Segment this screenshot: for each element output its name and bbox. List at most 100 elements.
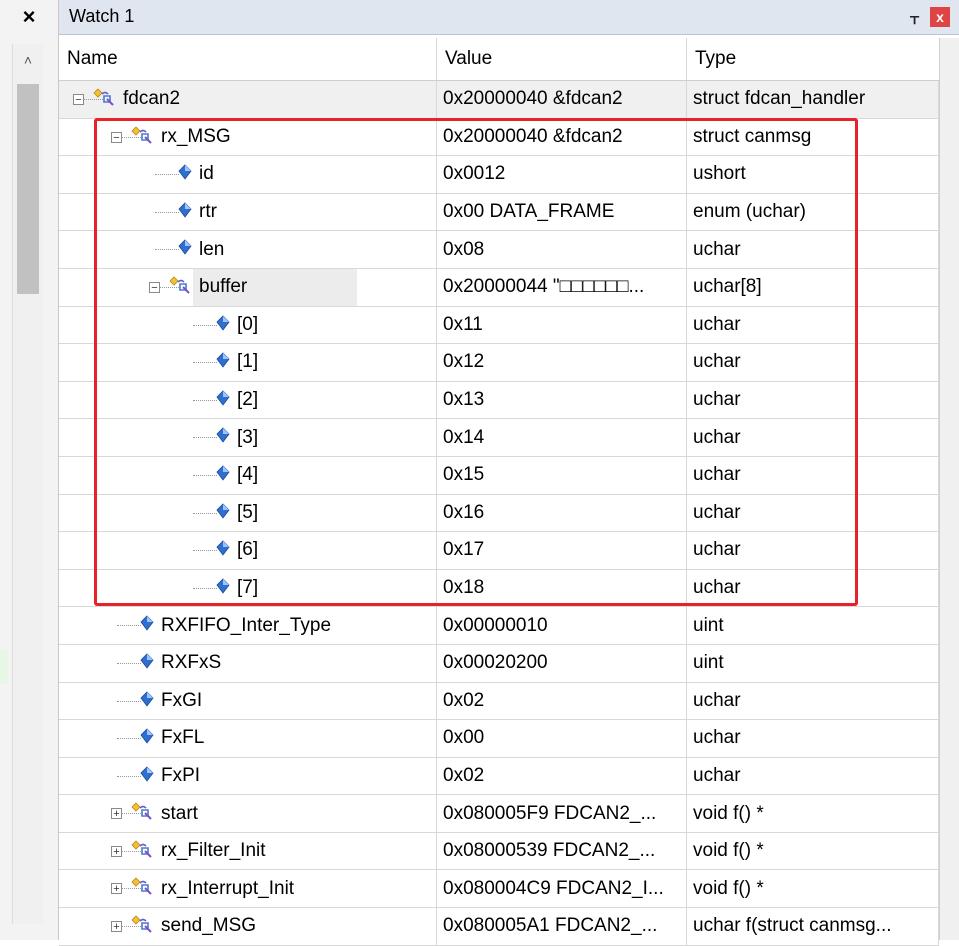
name-cell[interactable]: [3] (59, 419, 437, 457)
table-row[interactable]: FxPI 0x02 uchar (59, 757, 939, 796)
table-row[interactable]: [5] 0x16 uchar (59, 494, 939, 533)
table-row[interactable]: + rx_Filter_Init 0x08000539 FDCAN2_... void… (59, 832, 939, 871)
table-row[interactable]: + send_MSG 0x080005A1 FDCAN2_... uchar f(st… (59, 908, 939, 946)
table-row[interactable]: FxGI 0x02 uchar (59, 682, 939, 721)
value-cell[interactable]: 0x20000040 &fdcan2 (437, 118, 687, 157)
value-cell[interactable]: 0x080004C9 FDCAN2_I... (437, 870, 687, 909)
value-cell[interactable]: 0x13 (437, 381, 687, 420)
table-row[interactable]: − buffer 0x20000044 "□□□□□□... uchar[8] (59, 268, 939, 307)
table-row[interactable]: [3] 0x14 uchar (59, 419, 939, 457)
value-cell[interactable]: 0x00 (437, 720, 687, 758)
name-cell[interactable]: [1] (59, 344, 437, 382)
value-cell[interactable]: 0x14 (437, 419, 687, 457)
scroll-up-icon[interactable]: ˄ (13, 52, 43, 68)
variable-icon (215, 314, 231, 331)
table-row[interactable]: + start 0x080005F9 FDCAN2_... void f() * (59, 795, 939, 833)
expand-toggle-icon[interactable]: + (111, 921, 122, 933)
value-cell[interactable]: 0x08 (437, 231, 687, 269)
name-cell[interactable]: [5] (59, 494, 437, 533)
name-cell[interactable]: + send_MSG (59, 908, 437, 946)
table-row[interactable]: + rx_Interrupt_Init 0x080004C9 FDCAN2_I...… (59, 870, 939, 909)
table-row[interactable]: RXFxS 0x00020200 uint (59, 644, 939, 683)
value-cell[interactable]: 0x16 (437, 494, 687, 533)
table-row[interactable]: id 0x0012 ushort (59, 156, 939, 194)
collapse-toggle-icon[interactable]: − (149, 281, 160, 293)
table-row[interactable]: len 0x08 uchar (59, 231, 939, 269)
type-cell: enum (uchar) (687, 193, 939, 232)
name-cell[interactable]: [6] (59, 532, 437, 570)
collapse-toggle-icon[interactable]: − (73, 94, 84, 106)
column-header-type[interactable]: Type (687, 38, 939, 80)
name-cell[interactable]: FxGI (59, 682, 437, 721)
value-cell[interactable]: 0x15 (437, 456, 687, 495)
table-row[interactable]: RXFIFO_Inter_Type 0x00000010 uint (59, 607, 939, 645)
table-row[interactable]: [6] 0x17 uchar (59, 532, 939, 570)
collapse-toggle-icon[interactable]: − (111, 131, 122, 143)
value-cell[interactable]: 0x00 DATA_FRAME (437, 193, 687, 232)
name-cell[interactable]: FxPI (59, 757, 437, 796)
table-row[interactable]: − rx_MSG 0x20000040 &fdcan2 struct canmsg (59, 118, 939, 157)
column-header-value[interactable]: Value (437, 38, 687, 80)
table-row[interactable]: [2] 0x13 uchar (59, 381, 939, 420)
expand-toggle-icon[interactable]: + (111, 808, 122, 820)
name-cell[interactable]: [2] (59, 381, 437, 420)
value-cell[interactable]: 0x02 (437, 682, 687, 721)
column-header-name[interactable]: Name (59, 38, 437, 80)
left-scrollbar[interactable]: ˄ (12, 44, 43, 924)
type-cell: uchar (687, 306, 939, 345)
table-row[interactable]: [1] 0x12 uchar (59, 344, 939, 382)
value-cell[interactable]: 0x080005F9 FDCAN2_... (437, 795, 687, 833)
close-icon[interactable]: × (0, 0, 58, 34)
type-cell: ushort (687, 156, 939, 194)
value-cell[interactable]: 0x02 (437, 757, 687, 796)
variable-name: [6] (237, 539, 259, 561)
value-cell[interactable]: 0x17 (437, 532, 687, 570)
value-cell[interactable]: 0x00020200 (437, 644, 687, 683)
table-row[interactable]: [7] 0x18 uchar (59, 569, 939, 608)
name-cell[interactable]: + rx_Filter_Init (59, 832, 437, 871)
table-row[interactable]: − fdcan2 0x20000040 &fdcan2 struct fdcan_ha… (59, 81, 939, 119)
scrollbar-thumb[interactable] (17, 84, 39, 294)
value-cell[interactable]: 0x12 (437, 344, 687, 382)
name-cell[interactable]: RXFxS (59, 644, 437, 683)
variable-icon (215, 540, 231, 556)
name-cell[interactable]: [4] (59, 456, 437, 495)
tree-line (193, 324, 217, 327)
table-row[interactable]: [0] 0x11 uchar (59, 306, 939, 345)
value-cell[interactable]: 0x080005A1 FDCAN2_... (437, 908, 687, 946)
value-cell[interactable]: 0x20000040 &fdcan2 (437, 81, 687, 119)
value-cell[interactable]: 0x20000044 "□□□□□□... (437, 268, 687, 307)
name-cell[interactable]: [0] (59, 306, 437, 345)
table-row[interactable]: rtr 0x00 DATA_FRAME enum (uchar) (59, 193, 939, 232)
expand-toggle-icon[interactable]: + (111, 845, 122, 857)
name-cell[interactable]: id (59, 156, 437, 194)
name-cell[interactable]: [7] (59, 569, 437, 608)
value-cell[interactable]: 0x11 (437, 306, 687, 345)
name-cell[interactable]: − rx_MSG (59, 118, 437, 157)
value-cell[interactable]: 0x18 (437, 569, 687, 608)
name-cell[interactable]: RXFIFO_Inter_Type (59, 607, 437, 645)
variable-name: [1] (237, 351, 259, 373)
tree-line (117, 738, 141, 740)
expand-toggle-icon[interactable]: + (111, 883, 122, 895)
name-cell[interactable]: − buffer (59, 268, 437, 307)
value-cell[interactable]: 0x0012 (437, 156, 687, 194)
table-row[interactable]: [4] 0x15 uchar (59, 456, 939, 495)
name-cell[interactable]: len (59, 231, 437, 269)
name-cell[interactable]: rtr (59, 193, 437, 232)
table-row[interactable]: FxFL 0x00 uchar (59, 720, 939, 758)
name-cell[interactable]: FxFL (59, 720, 437, 758)
variable-name: [0] (237, 313, 259, 335)
pin-icon[interactable]: ᚁ (910, 6, 919, 27)
variable-icon (177, 164, 193, 180)
name-cell[interactable]: + start (59, 795, 437, 833)
type-cell: uchar (687, 569, 939, 608)
close-window-button[interactable]: x (930, 7, 950, 27)
name-cell[interactable]: + rx_Interrupt_Init (59, 870, 437, 909)
tree-line (155, 174, 179, 176)
value-cell[interactable]: 0x00000010 (437, 607, 687, 645)
value-cell[interactable]: 0x08000539 FDCAN2_... (437, 832, 687, 871)
variable-name: fdcan2 (123, 88, 181, 110)
type-cell: struct canmsg (687, 118, 939, 157)
name-cell[interactable]: − fdcan2 (59, 81, 437, 119)
